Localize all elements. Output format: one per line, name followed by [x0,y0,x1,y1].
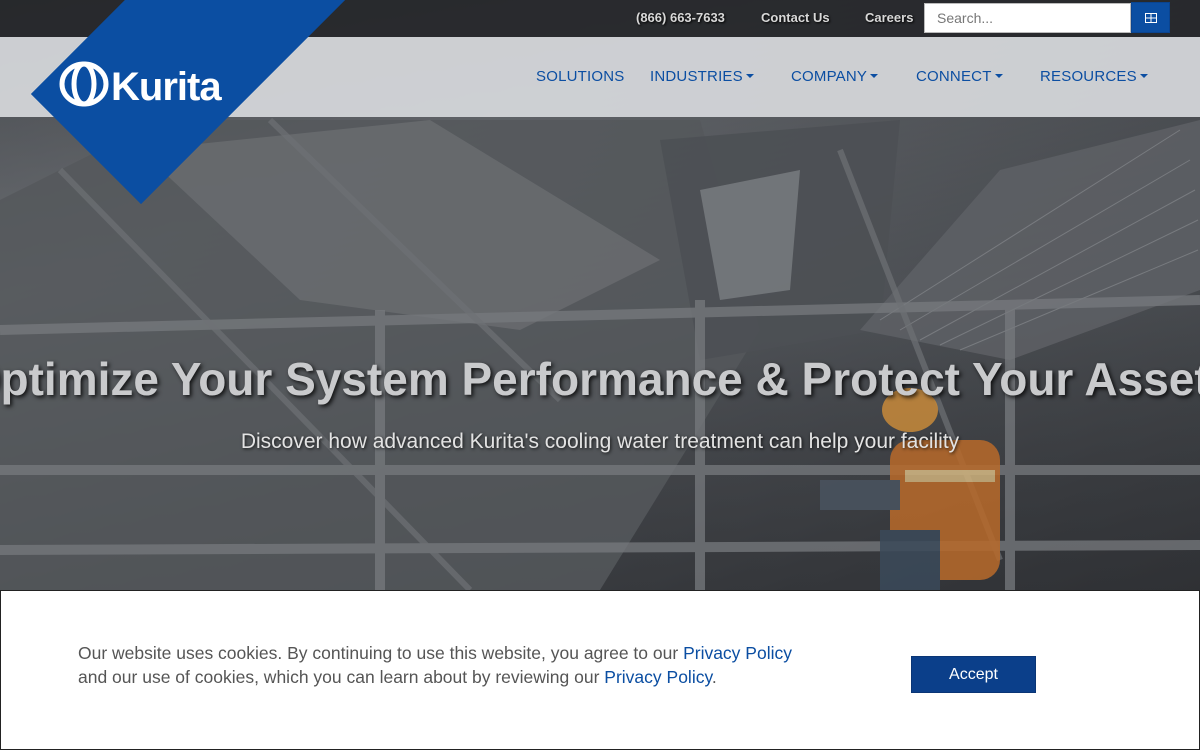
cookie-banner: Our website uses cookies. By continuing … [0,590,1200,750]
caret-down-icon [1139,74,1148,78]
caret-down-icon [870,74,879,78]
accept-cookies-button[interactable]: Accept [911,656,1036,693]
privacy-policy-link-2[interactable]: Privacy Policy [604,667,712,687]
cookie-text-part-1: Our website uses cookies. By continuing … [78,643,684,663]
search-button[interactable] [1131,2,1170,33]
cookie-text-part-2: and our use of cookies, which you can le… [78,667,605,687]
nav-company[interactable]: COMPANY [791,68,879,85]
kurita-logo[interactable]: Kurita [0,0,360,210]
nav-connect[interactable]: CONNECT [916,68,1003,85]
cookie-message: Our website uses cookies. By continuing … [78,641,838,689]
privacy-policy-link[interactable]: Privacy Policy [683,643,792,663]
cookie-text-part-3: . [711,667,717,687]
nav-resources[interactable]: RESOURCES [1040,68,1148,85]
phone-link[interactable]: (866) 663-7633 [636,10,725,25]
caret-down-icon [745,74,754,78]
nav-solutions[interactable]: SOLUTIONS [536,68,624,85]
search-input[interactable] [924,3,1131,33]
hero-subtitle: Discover how advanced Kurita's cooling w… [240,430,960,453]
contact-us-link[interactable]: Contact Us [761,10,830,25]
logo-wordmark: Kurita [111,65,222,109]
nav-industries[interactable]: INDUSTRIES [650,68,754,85]
hero-title: Optimize Your System Performance & Prote… [0,353,1200,405]
grid-icon [1144,12,1157,23]
caret-down-icon [994,74,1003,78]
careers-link[interactable]: Careers [865,10,913,25]
